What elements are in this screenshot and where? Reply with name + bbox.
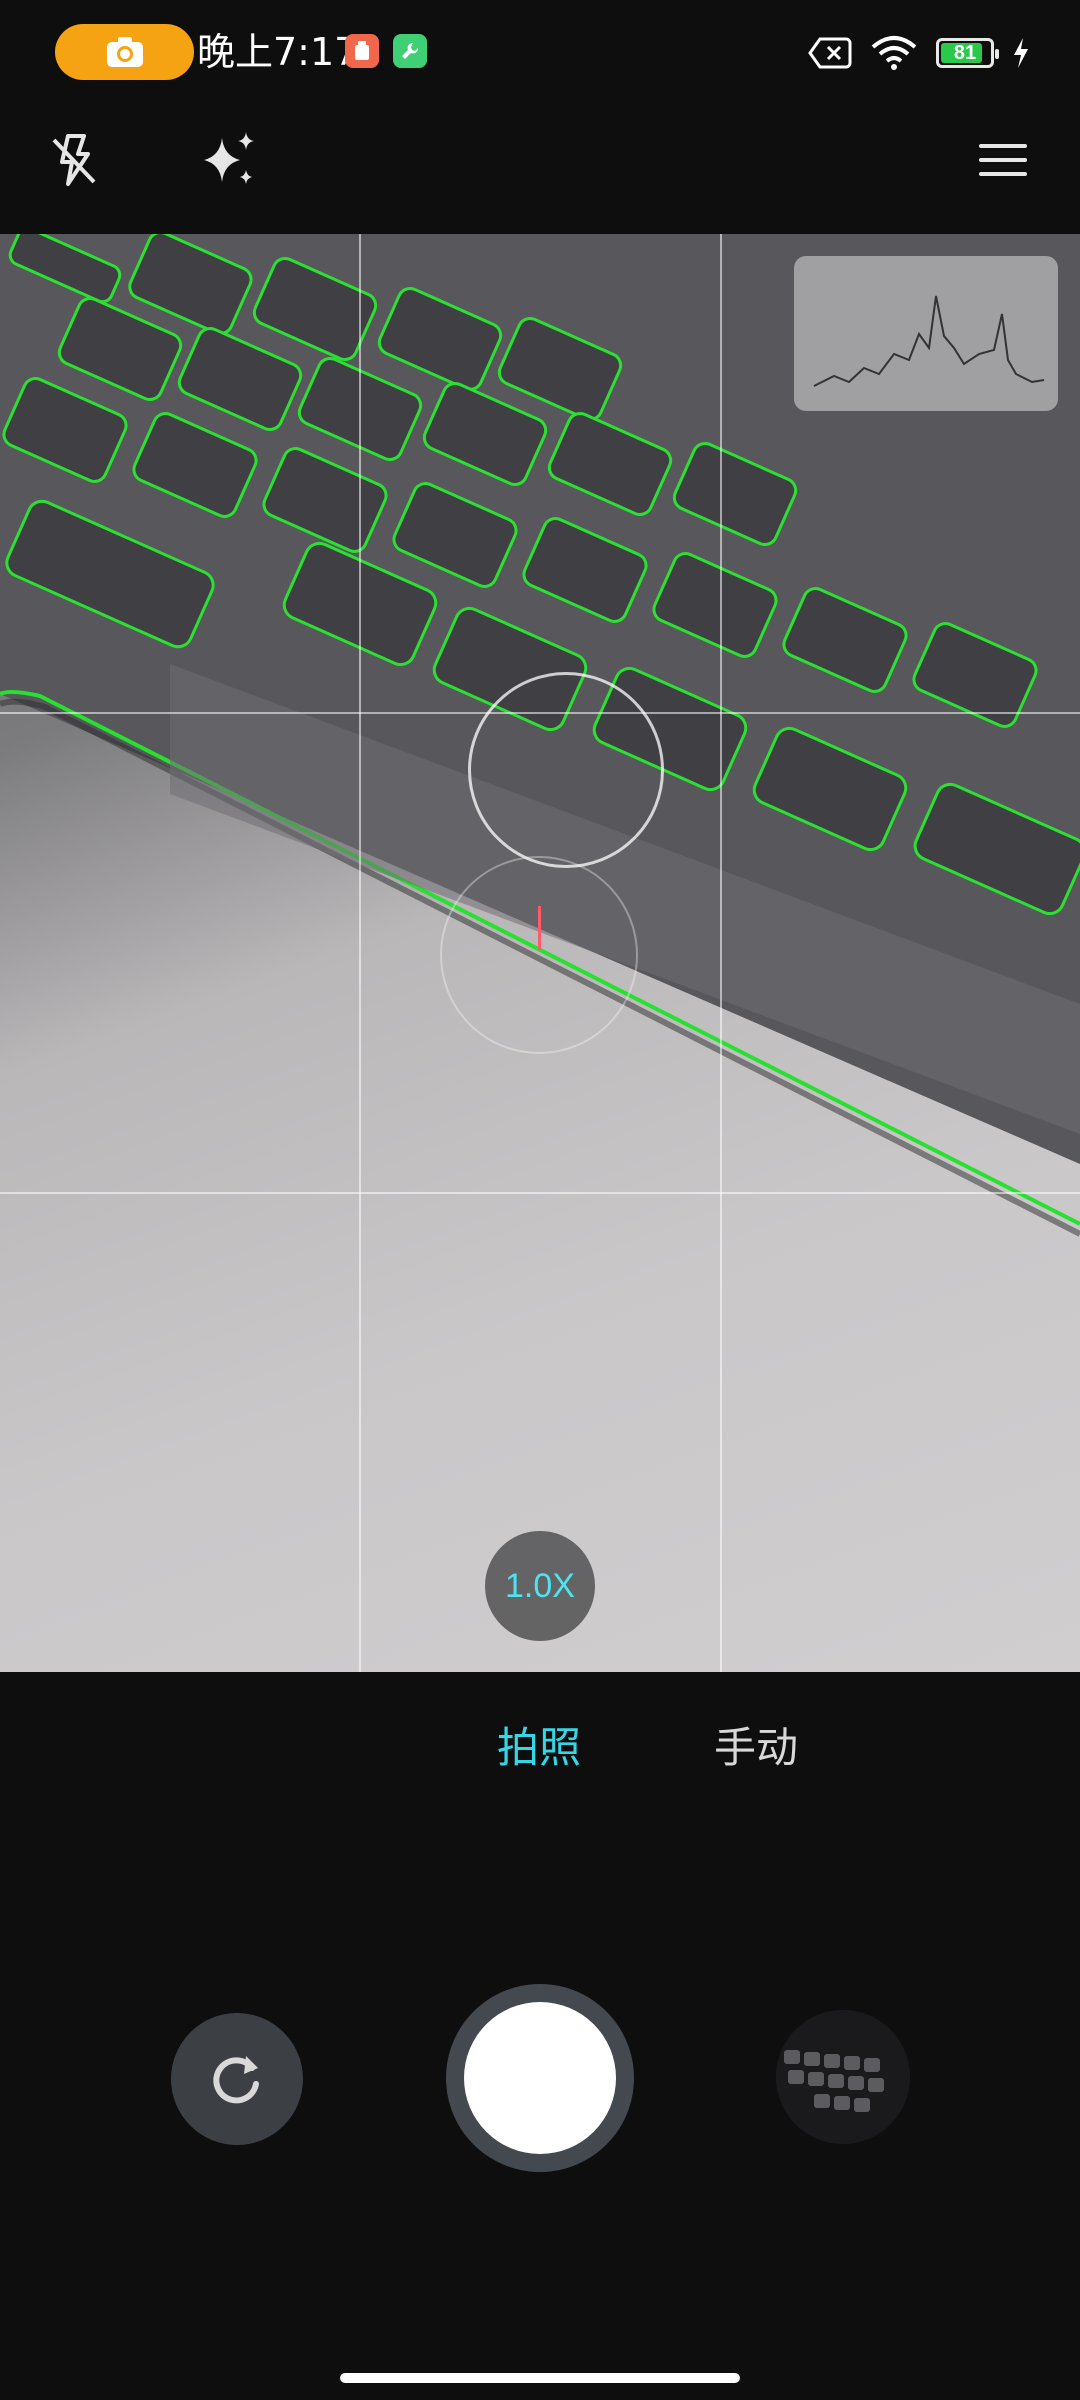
grid-line [0,1192,1080,1194]
mode-photo[interactable]: 拍照 [497,1718,581,1778]
grid-line [359,234,361,1672]
charging-icon [1014,38,1028,68]
camera-viewfinder[interactable]: 1.0X [0,234,1080,1672]
gallery-thumbnail[interactable] [776,2010,910,2144]
flash-off-icon [52,134,96,186]
grid-line [720,234,722,1672]
home-indicator[interactable] [340,2373,740,2383]
mode-manual[interactable]: 手动 [714,1718,798,1778]
zoom-button[interactable]: 1.0X [485,1531,595,1641]
focus-marker [538,906,541,950]
ai-enhance-icon [204,132,254,184]
focus-ring [468,672,664,868]
status-bar: 晚上7:17 81 [0,0,1080,110]
mode-selector: 拍照 手动 [0,1718,1080,1778]
metering-ring [440,856,638,1054]
sim-off-icon [808,37,852,69]
refresh-icon [213,2056,259,2104]
camera-toolbar [0,110,1080,235]
wifi-icon [871,36,917,70]
app-notification-icon [345,34,379,68]
battery-icon: 81 [936,38,999,68]
flash-toggle-button[interactable] [24,110,124,210]
menu-button[interactable] [953,110,1053,210]
switch-camera-button[interactable] [171,2013,303,2145]
menu-icon [979,144,1027,176]
camera-icon [106,37,143,67]
ai-enhance-button[interactable] [180,110,280,210]
status-icons: 81 [808,28,1030,78]
camera-in-use-pill[interactable] [55,24,194,80]
camera-app: 晚上7:17 81 1.0X 拍照 手动 [0,0,1080,2400]
battery-level: 81 [953,41,977,64]
status-time: 晚上7:17 [197,30,359,74]
shutter-button[interactable] [446,1984,634,2172]
shutter-inner [464,2002,616,2154]
app-tool-icon [393,34,427,68]
histogram-overlay [794,256,1058,411]
